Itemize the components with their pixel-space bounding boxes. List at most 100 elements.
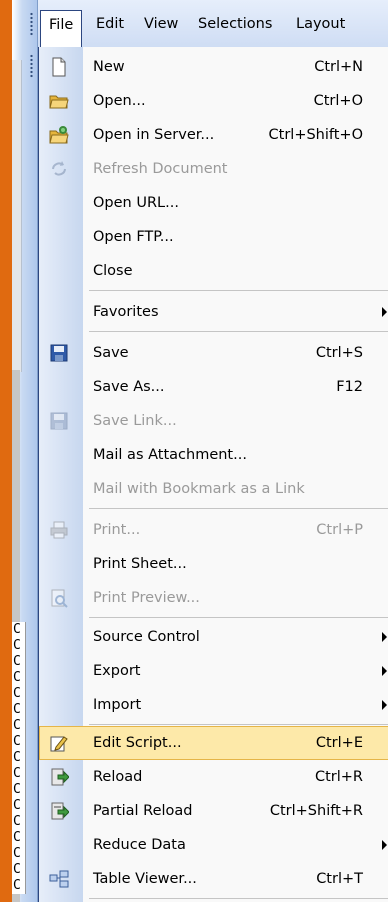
menu-item-label: Import [93, 697, 142, 713]
menubar-grip-handle[interactable] [30, 12, 33, 36]
menu-item-shortcut: Ctrl+O [313, 93, 363, 109]
table-viewer-icon [49, 869, 69, 889]
menu-item-label: Print Sheet... [93, 556, 187, 572]
menu-item-open-ftp[interactable]: Open FTP... [39, 220, 388, 254]
sheet-cell[interactable]: C [12, 622, 26, 638]
sheet-cell[interactable]: C [12, 654, 26, 670]
menu-item-open-url[interactable]: Open URL... [39, 186, 388, 220]
menu-item-open[interactable]: Open... Ctrl+O [39, 84, 388, 118]
menu-item-print-sheet[interactable]: Print Sheet... [39, 547, 388, 581]
menu-item-label: Open URL... [93, 195, 179, 211]
menu-edit[interactable]: Edit [88, 10, 132, 38]
menu-item-refresh-document[interactable]: Refresh Document [39, 152, 388, 186]
menu-item-label: Edit Script... [93, 735, 182, 751]
menu-separator [89, 331, 388, 332]
sheet-cell[interactable]: C [12, 862, 26, 878]
menu-item-import[interactable]: Import [39, 688, 388, 722]
menu-item-label: Open in Server... [93, 127, 215, 143]
menu-item-close[interactable]: Close [39, 254, 388, 288]
submenu-arrow-icon [382, 632, 387, 642]
menu-item-favorites[interactable]: Favorites [39, 295, 388, 329]
menu-item-label: Save [93, 345, 129, 361]
sheet-cell[interactable]: C [12, 686, 26, 702]
menu-item-open-in-server[interactable]: Open in Server... Ctrl+Shift+O [39, 118, 388, 152]
menu-item-label: Source Control [93, 629, 200, 645]
menu-view[interactable]: View [136, 10, 186, 38]
menu-item-label: Close [93, 263, 133, 279]
menu-item-reload[interactable]: Reload Ctrl+R [39, 760, 388, 794]
sheet-cell[interactable]: C [12, 798, 26, 814]
submenu-arrow-icon [382, 666, 387, 676]
menu-separator [89, 617, 388, 618]
menu-file[interactable]: File [40, 10, 83, 48]
sheet-cell[interactable]: C [12, 830, 26, 846]
menu-item-new[interactable]: New Ctrl+N [39, 50, 388, 84]
sheet-cell[interactable]: C [12, 766, 26, 782]
menu-item-print[interactable]: Print... Ctrl+P [39, 513, 388, 547]
sheet-cell[interactable]: C [12, 846, 26, 862]
sheet-cell[interactable]: C [12, 750, 26, 766]
menu-item-print-preview[interactable]: Print Preview... [39, 581, 388, 615]
menu-item-label: Open FTP... [93, 229, 174, 245]
sheet-cell[interactable]: C [12, 718, 26, 734]
menu-item-save-as[interactable]: Save As... F12 [39, 370, 388, 404]
toolbar-grip-handle[interactable] [30, 54, 33, 78]
partial-reload-icon [49, 801, 70, 821]
menu-item-shortcut: Ctrl+P [316, 522, 363, 538]
menu-item-label: Favorites [93, 304, 159, 320]
sheet-cell[interactable]: C [12, 878, 26, 894]
menu-item-source-control[interactable]: Source Control [39, 620, 388, 654]
menu-item-label: Mail as Attachment... [93, 447, 247, 463]
menu-item-label: Table Viewer... [93, 871, 197, 887]
menu-item-mail-as-attachment[interactable]: Mail as Attachment... [39, 438, 388, 472]
menu-bar: File Edit View Selections Layout [38, 0, 388, 48]
menu-item-label: Print Preview... [93, 590, 200, 606]
reload-icon [49, 767, 70, 787]
menu-item-reduce-data[interactable]: Reduce Data [39, 828, 388, 862]
sheet-cell[interactable]: C [12, 670, 26, 686]
menu-item-label: Mail with Bookmark as a Link [93, 481, 305, 497]
print-preview-icon [49, 588, 69, 608]
app-window-edge [0, 0, 12, 902]
menu-item-label: Reduce Data [93, 837, 186, 853]
menu-item-label: Print... [93, 522, 141, 538]
sheet-cell[interactable]: C [12, 814, 26, 830]
open-folder-icon [49, 91, 69, 111]
menu-item-shortcut: Ctrl+R [314, 769, 363, 785]
sheet-cell[interactable]: C [12, 782, 26, 798]
save-link-icon [49, 411, 69, 431]
sheet-cell[interactable]: C [12, 734, 26, 750]
menu-item-export[interactable]: Export [39, 654, 388, 688]
menu-separator [89, 724, 388, 725]
menu-item-table-viewer[interactable]: Table Viewer... Ctrl+T [39, 862, 388, 896]
menu-item-save[interactable]: Save Ctrl+S [39, 336, 388, 370]
menu-item-label: Partial Reload [93, 803, 193, 819]
menu-item-shortcut: Ctrl+Shift+R [269, 803, 363, 819]
menu-separator [89, 508, 388, 509]
file-menu-dropdown: New Ctrl+N Open... Ctrl+O Open in Server… [38, 47, 388, 902]
server-folder-icon [49, 125, 69, 145]
submenu-arrow-icon [382, 700, 387, 710]
submenu-arrow-icon [382, 307, 387, 317]
printer-icon [49, 520, 69, 540]
menu-item-shortcut: Ctrl+S [315, 345, 363, 361]
menu-separator [89, 290, 388, 291]
submenu-arrow-icon [382, 840, 387, 850]
menu-item-mail-with-bookmark[interactable]: Mail with Bookmark as a Link [39, 472, 388, 506]
menu-item-shortcut: Ctrl+Shift+O [268, 127, 363, 143]
save-icon [49, 343, 69, 363]
menu-item-shortcut: Ctrl+T [316, 871, 363, 887]
menu-item-label: Save Link... [93, 413, 177, 429]
menu-item-save-link[interactable]: Save Link... [39, 404, 388, 438]
menu-layout[interactable]: Layout [288, 10, 353, 38]
menu-item-partial-reload[interactable]: Partial Reload Ctrl+Shift+R [39, 794, 388, 828]
refresh-icon [49, 159, 69, 179]
sheet-cell[interactable]: C [12, 702, 26, 718]
menu-item-edit-script[interactable]: Edit Script... Ctrl+E [39, 726, 388, 760]
menu-item-label: Open... [93, 93, 146, 109]
menu-selections[interactable]: Selections [190, 10, 280, 38]
sheet-cell[interactable]: C [12, 638, 26, 654]
menu-separator [89, 898, 388, 899]
sheet-panel [12, 60, 22, 372]
menu-item-shortcut: F12 [336, 379, 363, 395]
